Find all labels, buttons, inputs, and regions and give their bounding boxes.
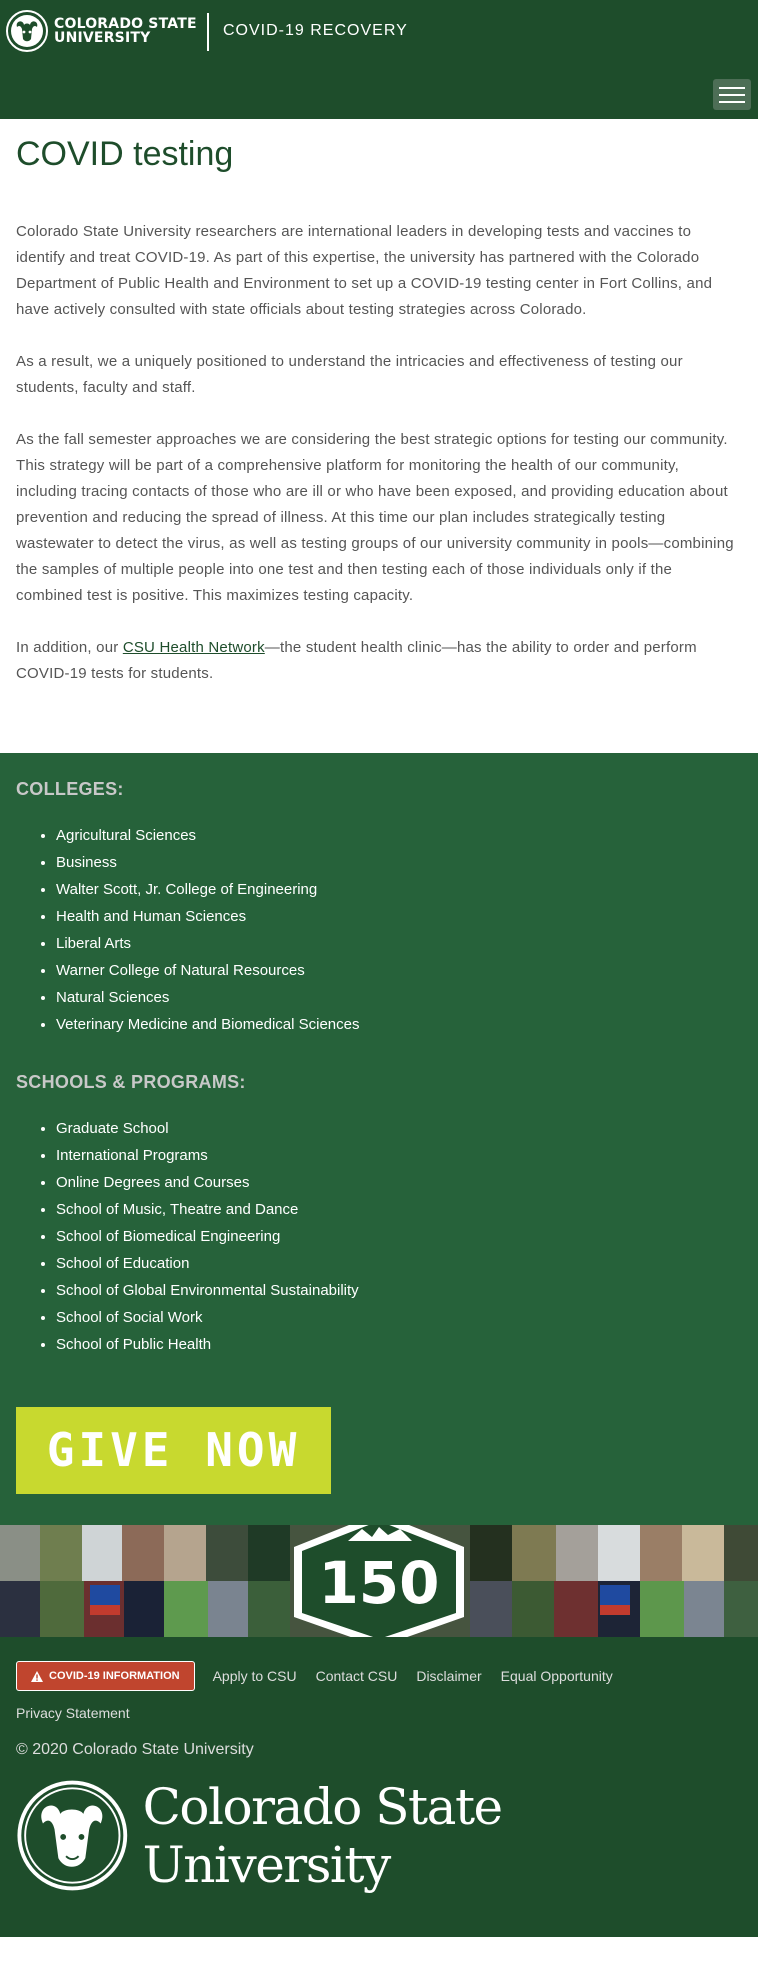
csu-brand-link[interactable]: COLORADO STATE UNIVERSITY (6, 10, 197, 52)
footer-links: COVID-19 INFORMATION Apply to CSU Contac… (16, 1661, 740, 1721)
contact-link[interactable]: Contact CSU (316, 1668, 398, 1684)
school-link[interactable]: International Programs (56, 1142, 742, 1169)
college-link[interactable]: Health and Human Sciences (56, 903, 742, 930)
copyright: © 2020 Colorado State University (16, 1741, 254, 1758)
give-now-button[interactable]: GIVE NOW (16, 1407, 331, 1494)
csu-signature-wordmark: Colorado State University (142, 1777, 504, 1894)
college-link[interactable]: Business (56, 849, 742, 876)
college-link[interactable]: Natural Sciences (56, 984, 742, 1011)
schools-list: Graduate School International Programs O… (16, 1115, 742, 1358)
schools-heading: SCHOOLS & PROGRAMS: (16, 1072, 246, 1092)
main-content: COVID testing Colorado State University … (0, 119, 758, 753)
brand-line-2: UNIVERSITY (54, 30, 151, 46)
paragraph-text: In addition, our (16, 639, 123, 656)
colleges-list: Agricultural Sciences Business Walter Sc… (16, 822, 742, 1038)
covid-information-button[interactable]: COVID-19 INFORMATION (16, 1661, 195, 1691)
ram-logo-icon (17, 1780, 128, 1891)
site-header: COLORADO STATE UNIVERSITY COVID-19 RECOV… (0, 0, 758, 119)
badge-number: 150 (318, 1549, 439, 1617)
college-link[interactable]: Veterinary Medicine and Biomedical Scien… (56, 1011, 742, 1038)
covid-button-label: COVID-19 INFORMATION (49, 1670, 180, 1682)
equal-opportunity-link[interactable]: Equal Opportunity (501, 1668, 613, 1684)
paragraph-positioned: As a result, we a uniquely positioned to… (16, 353, 683, 396)
disclaimer-link[interactable]: Disclaimer (416, 1668, 481, 1684)
anniversary-150-badge: 150 (294, 1525, 464, 1637)
page-title: COVID testing (16, 135, 234, 173)
college-link[interactable]: Walter Scott, Jr. College of Engineering (56, 876, 742, 903)
hamburger-menu-icon[interactable] (713, 79, 751, 110)
apply-link[interactable]: Apply to CSU (213, 1668, 297, 1684)
privacy-statement-link[interactable]: Privacy Statement (16, 1705, 130, 1721)
college-link[interactable]: Liberal Arts (56, 930, 742, 957)
site-title-link[interactable]: COVID-19 RECOVERY (223, 22, 408, 40)
ram-logo-icon (6, 10, 48, 52)
hamburger-bar (719, 86, 745, 89)
hamburger-bar (719, 100, 745, 103)
brand-divider (207, 13, 209, 51)
school-link[interactable]: Graduate School (56, 1115, 742, 1142)
brand-line-1: COLORADO STATE (54, 16, 197, 32)
colleges-heading: COLLEGES: (16, 779, 124, 799)
hamburger-bar (719, 93, 745, 96)
bottom-bar: COVID-19 INFORMATION Apply to CSU Contac… (0, 1637, 758, 1937)
brand-wordmark: COLORADO STATE UNIVERSITY (54, 17, 197, 45)
school-link[interactable]: School of Education (56, 1250, 742, 1277)
site-footer: COLLEGES: Agricultural Sciences Business… (0, 753, 758, 1525)
school-link[interactable]: Online Degrees and Courses (56, 1169, 742, 1196)
anniversary-photo-strip[interactable]: 150 (0, 1525, 758, 1637)
paragraph-research: Colorado State University researchers ar… (16, 223, 713, 318)
college-link[interactable]: Warner College of Natural Resources (56, 957, 742, 984)
csu-signature-link[interactable]: Colorado State University (16, 1777, 740, 1894)
school-link[interactable]: School of Global Environmental Sustainab… (56, 1277, 742, 1304)
paragraph-strategy: As the fall semester approaches we are c… (16, 431, 734, 604)
paragraph-health-network: In addition, our CSU Health Network—the … (16, 635, 742, 687)
warning-icon (31, 1670, 43, 1682)
school-link[interactable]: School of Public Health (56, 1331, 742, 1358)
school-link[interactable]: School of Biomedical Engineering (56, 1223, 742, 1250)
school-link[interactable]: School of Social Work (56, 1304, 742, 1331)
school-link[interactable]: School of Music, Theatre and Dance (56, 1196, 742, 1223)
csu-health-network-link[interactable]: CSU Health Network (123, 639, 265, 656)
college-link[interactable]: Agricultural Sciences (56, 822, 742, 849)
